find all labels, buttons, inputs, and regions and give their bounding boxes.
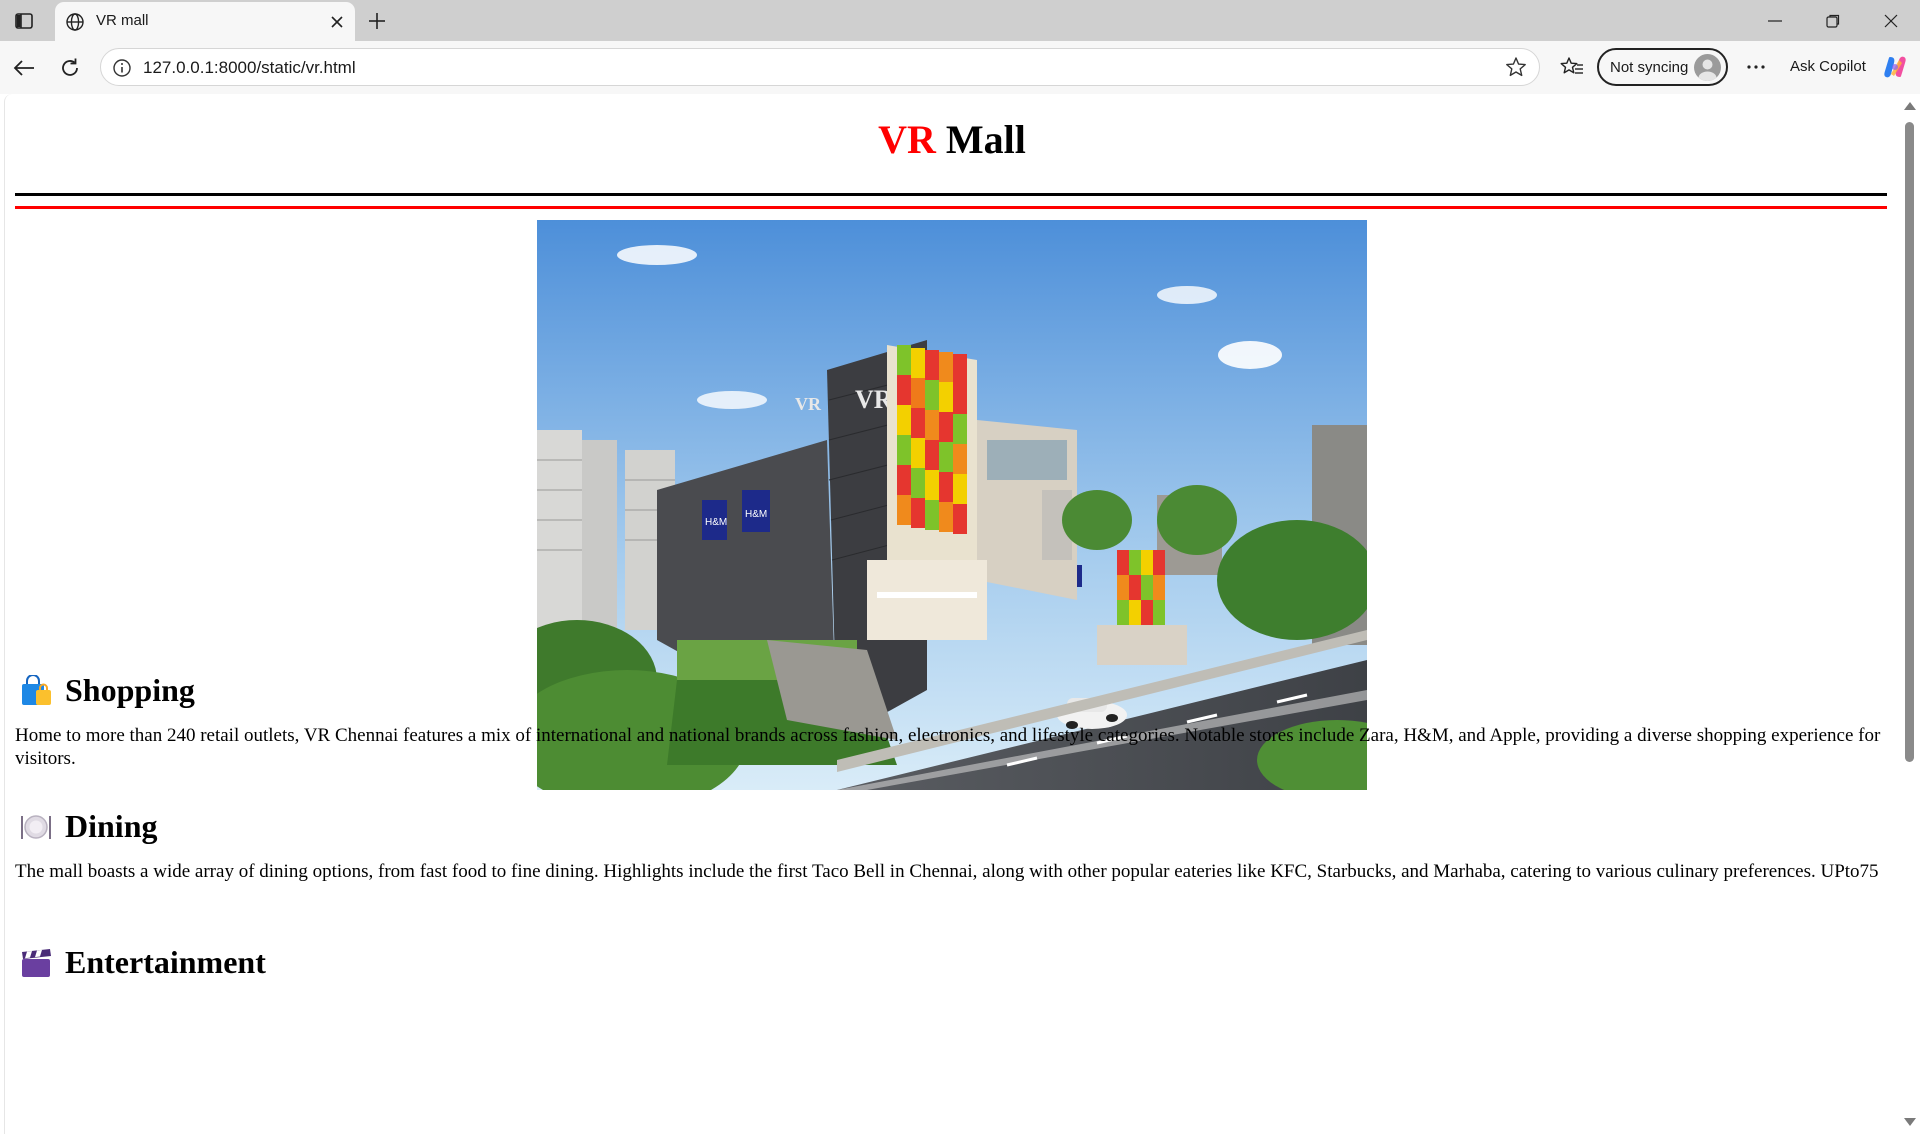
restore-icon[interactable]: [1804, 0, 1862, 41]
section-heading-text: Entertainment: [65, 944, 266, 980]
copilot-label: Ask Copilot: [1790, 58, 1866, 75]
more-icon[interactable]: [1740, 51, 1772, 83]
section-heading-entertainment: Entertainment: [17, 944, 266, 981]
page-title-rest: Mall: [935, 117, 1026, 162]
globe-icon: [65, 12, 85, 32]
section-heading-text: Dining: [65, 808, 158, 844]
copilot-icon: [1882, 54, 1908, 80]
ask-copilot-button[interactable]: Ask Copilot: [1782, 48, 1912, 86]
svg-text:H&M: H&M: [705, 517, 727, 528]
browser-toolbar: 127.0.0.1:8000/static/vr.html Not syncin…: [0, 41, 1920, 94]
scrollbar-thumb[interactable]: [1905, 122, 1914, 762]
section-heading-text: Shopping: [65, 672, 195, 708]
url-text[interactable]: 127.0.0.1:8000/static/vr.html: [143, 58, 356, 78]
sidebar-toggle-icon[interactable]: [12, 10, 36, 32]
divider-black: [15, 193, 1887, 196]
star-icon[interactable]: [1505, 56, 1527, 78]
favorites-icon[interactable]: [1558, 53, 1586, 81]
section-text-shopping: Home to more than 240 retail outlets, VR…: [15, 725, 1881, 769]
divider-red: [15, 206, 1887, 209]
scroll-up-arrow-icon[interactable]: [1904, 102, 1916, 110]
info-icon[interactable]: [112, 58, 132, 78]
page-viewport: VR Mall VR VR H&M H&M Shopping Home to m…: [4, 94, 1899, 1134]
plus-icon[interactable]: [364, 8, 390, 34]
scroll-down-arrow-icon[interactable]: [1904, 1118, 1916, 1126]
mall-image: VR VR H&M H&M H&M: [537, 220, 1367, 790]
section-heading-shopping: Shopping: [17, 672, 195, 709]
plate-cutlery-icon: [17, 811, 55, 843]
clapperboard-icon: [17, 947, 55, 979]
close-window-icon[interactable]: [1862, 0, 1920, 41]
minimize-icon[interactable]: [1746, 0, 1804, 41]
page-title: VR Mall: [5, 116, 1899, 163]
sync-label: Not syncing: [1610, 59, 1689, 76]
section-text-dining: The mall boasts a wide array of dining o…: [15, 861, 1879, 882]
browser-tab[interactable]: VR mall: [55, 2, 355, 41]
shopping-bags-icon: [17, 674, 55, 707]
address-bar[interactable]: 127.0.0.1:8000/static/vr.html: [100, 48, 1540, 86]
sync-status-button[interactable]: Not syncing: [1597, 48, 1728, 86]
svg-text:H&M: H&M: [745, 509, 767, 520]
section-heading-dining: Dining: [17, 808, 157, 845]
reload-icon[interactable]: [55, 53, 85, 83]
tab-title: VR mall: [96, 12, 149, 29]
page-scrollbar[interactable]: [1898, 94, 1920, 1134]
back-arrow-icon[interactable]: [9, 53, 39, 83]
avatar: [1694, 54, 1721, 81]
page-title-accent: VR: [878, 117, 936, 162]
vr-mall-page: VR Mall VR VR H&M H&M Shopping Home to m…: [5, 94, 1899, 1134]
browser-title-bar: VR mall: [0, 0, 1920, 41]
close-icon[interactable]: [327, 12, 347, 32]
svg-text:VR: VR: [795, 394, 822, 414]
